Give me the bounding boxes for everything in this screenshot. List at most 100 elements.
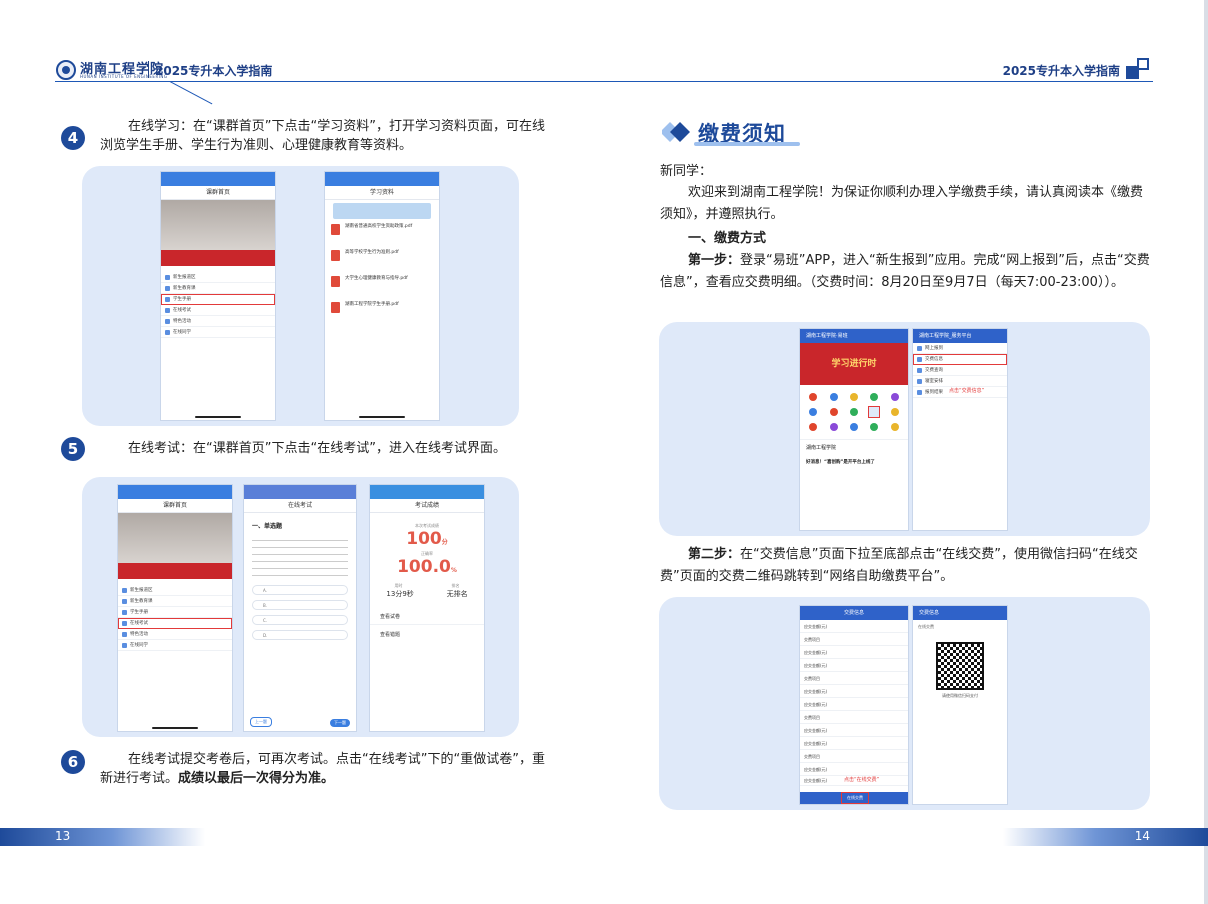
app-icon[interactable] [829, 408, 838, 416]
app-icon[interactable] [890, 423, 899, 431]
step-1-text: 第一步：登录“易班”APP，进入“新生报到”应用。完成“网上报到”后，点击“交费… [660, 250, 1150, 294]
online-pay-button[interactable]: 在线交费 [841, 792, 869, 804]
phone-course-home: 课群首页 新生报道区 新生教育课 学生手册 在线考试 特色活动 在线同学 [160, 171, 276, 421]
header-title-right: 2025专升本入学指南 [1002, 64, 1120, 78]
file-item[interactable]: 湖南省普通高校学生资助政策.pdf [331, 223, 433, 245]
subheading-payment-method: 一、缴费方式 [688, 231, 767, 246]
menu-item[interactable]: 在线考试 [161, 305, 275, 316]
menu-item-exam[interactable]: 在线考试 [118, 618, 232, 629]
phone-nav-title: 课群首页 [118, 499, 232, 513]
header-rule [55, 81, 1153, 82]
menu-item-handbook[interactable]: 学生手册 [161, 294, 275, 305]
phone-nav-title: 考试成绩 [370, 499, 484, 513]
phone-nav-title: 在线考试 [244, 499, 356, 513]
prev-question-button[interactable]: 上一题 [250, 717, 272, 727]
app-icon[interactable] [849, 393, 858, 401]
step-5-text: 在线考试：在“课群首页”下点击“在线考试”，进入在线考试界面。 [128, 441, 506, 456]
course-banner [161, 200, 275, 250]
home-indicator [152, 727, 198, 729]
menu-item[interactable]: 新生教育课 [118, 596, 232, 607]
app-grid [800, 385, 908, 439]
menu-item[interactable]: 特色活动 [161, 316, 275, 327]
service-item[interactable]: 寝室安排 [913, 376, 1007, 387]
fee-row: 交费项目 [800, 711, 908, 724]
fee-row: 应交金额(元) [800, 659, 908, 672]
app-icon[interactable] [809, 423, 818, 431]
fee-row: 应交金额(元) [800, 685, 908, 698]
app-icon[interactable] [870, 393, 879, 401]
qr-section-label: 在线交费 [918, 624, 934, 629]
step-badge-6: 6 [61, 750, 85, 774]
file-item[interactable]: 湖南工程学院学生手册.pdf [331, 301, 433, 323]
step-6-text: 在线考试提交考卷后，可再次考试。点击“在线考试”下的“重做试卷”，重新进行考试。… [100, 750, 548, 788]
phone-course-home: 课群首页 新生报道区 新生教育课 学生手册 在线考试 特色活动 在线同学 [117, 484, 233, 732]
greeting: 新同学： [660, 164, 713, 179]
answer-option[interactable]: A. [252, 585, 348, 595]
header-separator [148, 61, 149, 78]
menu-item[interactable]: 学生手册 [118, 607, 232, 618]
app-icon[interactable] [849, 408, 858, 416]
materials-banner [333, 203, 431, 219]
school-logo-icon [56, 60, 76, 80]
app-icon[interactable] [829, 423, 838, 431]
step-badge-5: 5 [61, 437, 85, 461]
menu-item[interactable]: 新生报道区 [161, 272, 275, 283]
header-title-left: 2025专升本入学指南 [155, 64, 273, 78]
fee-row: 应交金额(元) [800, 724, 908, 737]
rate-unit: % [450, 567, 457, 574]
annotation-click-fee-info: 点击“交费信息” [949, 388, 985, 394]
answer-option[interactable]: C. [252, 615, 348, 625]
answer-option[interactable]: D. [252, 630, 348, 640]
fee-row: 应交金额(元) [800, 646, 908, 659]
pay-button-bar: 在线交费 [800, 792, 908, 804]
answer-option[interactable]: B. [252, 600, 348, 610]
service-item[interactable]: 交费查询 [913, 365, 1007, 376]
yiban-banner: 学习进行时 [800, 343, 908, 385]
intro-text: 欢迎来到湖南工程学院！为保证你顺利办理入学缴费手续，请认真阅读本《缴费须知》，并… [660, 185, 1144, 222]
fee-row: 交费项目 [800, 633, 908, 646]
phone-nav-title: 湖南工程学院·易班 [800, 329, 908, 343]
phone-service-platform: 湖南工程学院_服务平台 网上报到 交费信息 交费查询 寝室安排 报到结果 点击“… [912, 328, 1008, 531]
step-6-text-bold: 成绩以最后一次得分为准。 [178, 771, 335, 786]
view-errors-link[interactable]: 查看错题 [370, 625, 484, 644]
service-item-fee-info[interactable]: 交费信息 [913, 354, 1007, 365]
menu-item[interactable]: 新生教育课 [161, 283, 275, 294]
file-item[interactable]: 高等学校学生行为准则.pdf [331, 249, 433, 271]
app-icon[interactable] [890, 393, 899, 401]
app-icon[interactable] [849, 423, 858, 431]
phone-online-exam: 在线考试 一、单选题 A. B. C. D. 上一题 下一题 [243, 484, 357, 732]
app-icon[interactable] [890, 408, 899, 416]
phone-nav-title: 交费信息 [913, 606, 1007, 620]
menu-item[interactable]: 在线同学 [161, 327, 275, 338]
page-number-right: 14 [1134, 829, 1150, 843]
menu-item[interactable]: 特色活动 [118, 629, 232, 640]
menu-item[interactable]: 在线同学 [118, 640, 232, 651]
service-item[interactable]: 网上报到 [913, 343, 1007, 354]
app-icon[interactable] [809, 408, 818, 416]
fee-row: 应交金额(元) [800, 620, 908, 633]
home-indicator [195, 416, 241, 418]
fee-row: 应交金额(元) [800, 698, 908, 711]
fee-row: 交费项目 [800, 672, 908, 685]
phone-study-materials: 学习资料 湖南省普通高校学生资助政策.pdf 高等学校学生行为准则.pdf 大学… [324, 171, 440, 421]
file-item[interactable]: 大学生心理健康教育与指导.pdf [331, 275, 433, 297]
screenshot-panel-study: 课群首页 新生报道区 新生教育课 学生手册 在线考试 特色活动 在线同学 学习资… [82, 166, 519, 426]
rank-value: 无排名 [446, 590, 468, 598]
next-question-button[interactable]: 下一题 [330, 719, 350, 727]
page-edge [1204, 0, 1208, 904]
rate-value: 100.0 [397, 557, 451, 577]
view-paper-link[interactable]: 查看试卷 [370, 599, 484, 625]
app-icon[interactable] [870, 423, 879, 431]
score-value: 100 [406, 529, 442, 549]
yiban-school-name: 湖南工程学院 [800, 439, 908, 455]
score-unit: 分 [441, 539, 448, 546]
payment-qr-code[interactable] [936, 642, 984, 690]
step-1-label: 第一步： [688, 253, 741, 268]
fee-row: 应交金额(元) [800, 737, 908, 750]
app-icon[interactable] [829, 393, 838, 401]
time-value: 13分9秒 [386, 590, 414, 598]
new-student-app-icon[interactable] [868, 406, 881, 418]
step-2-text: 第二步：在“交费信息”页面下拉至底部点击“在线交费”，使用微信扫码“在线交费”页… [660, 544, 1150, 588]
menu-item[interactable]: 新生报道区 [118, 585, 232, 596]
app-icon[interactable] [809, 393, 818, 401]
